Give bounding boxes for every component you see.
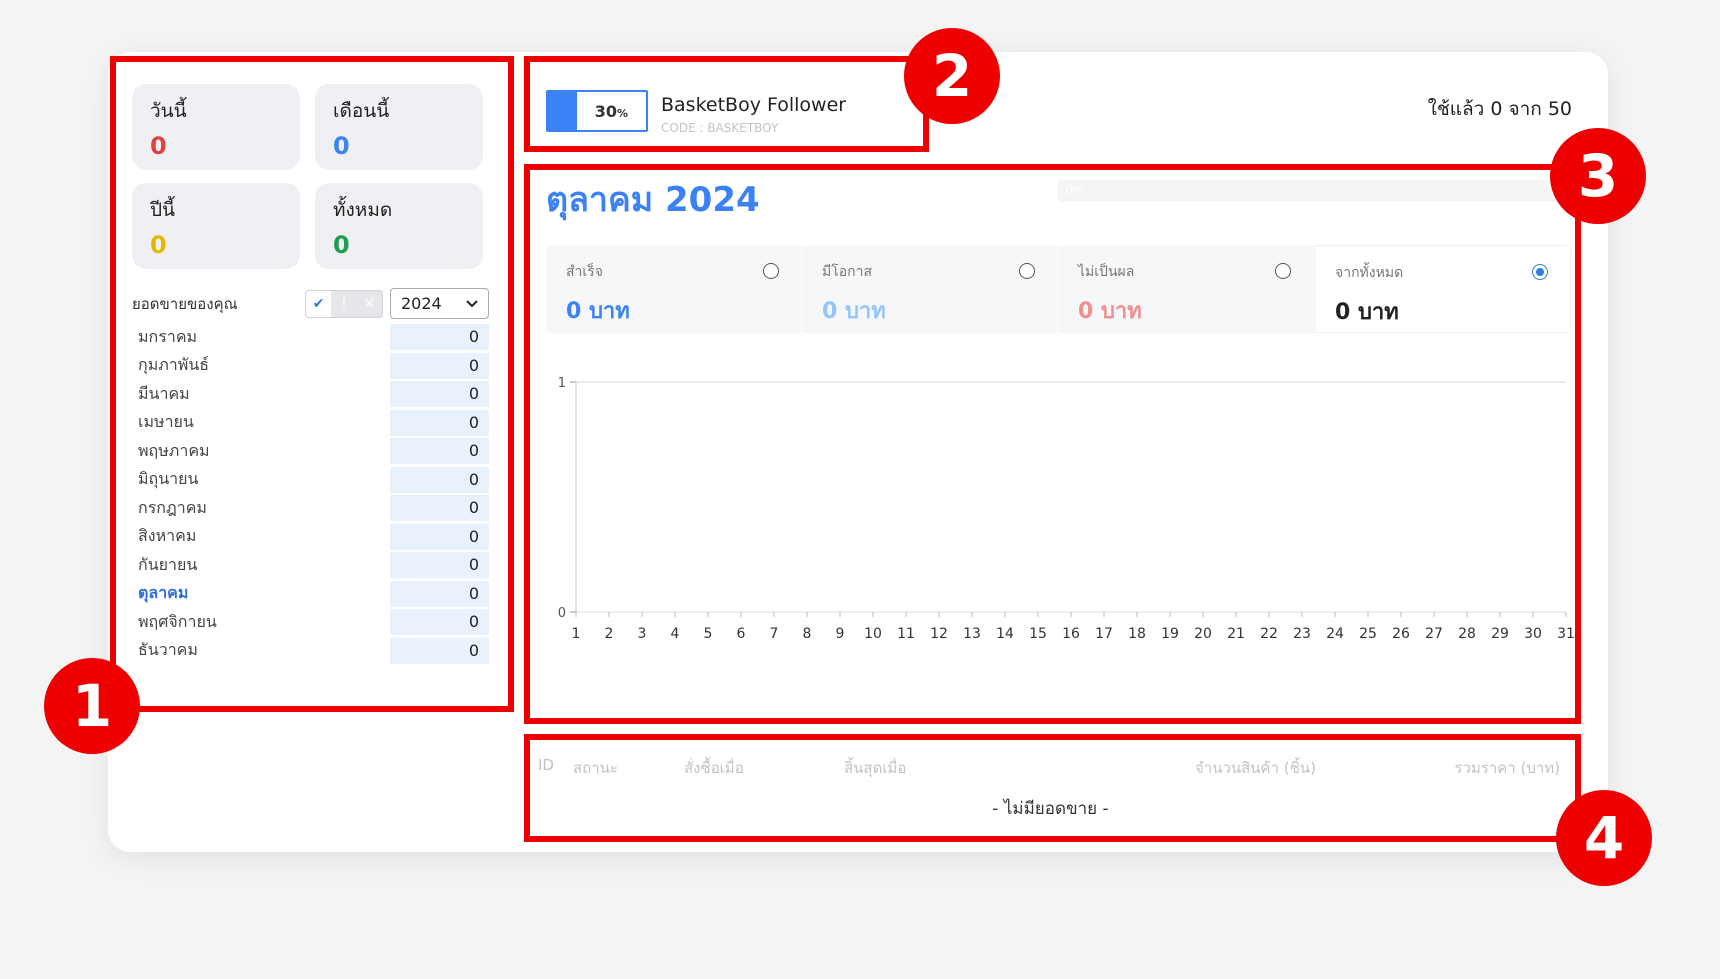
annotation-badge-4: 4 (1556, 790, 1652, 886)
annotation-badge-2: 2 (904, 28, 1000, 124)
annotation-badge-1: 1 (44, 658, 140, 754)
annotation-badge-3: 3 (1550, 128, 1646, 224)
highlight-box-3 (524, 164, 1581, 724)
package-usage: ใช้แล้ว 0 จาก 50 (1427, 98, 1572, 120)
highlight-box-1 (110, 56, 514, 712)
highlight-box-2 (524, 56, 929, 152)
highlight-box-4 (524, 734, 1581, 842)
